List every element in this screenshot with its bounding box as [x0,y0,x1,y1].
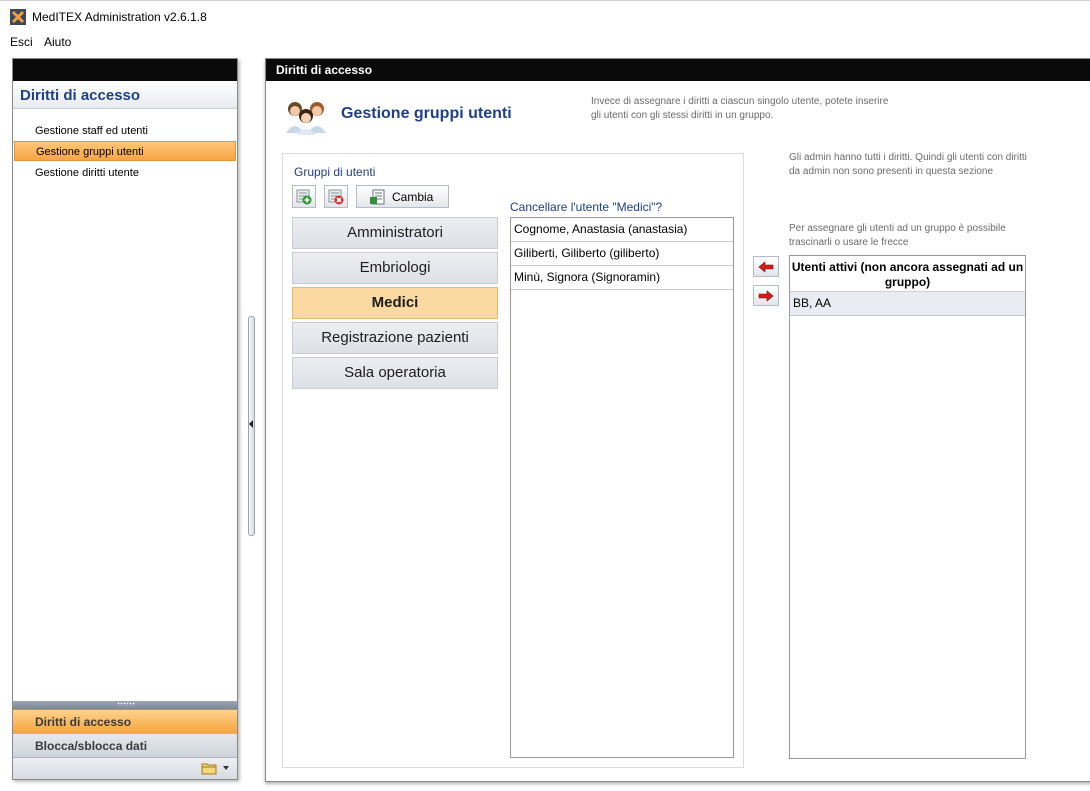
info-text: Invece di assegnare i diritti a ciascun … [591,96,889,121]
sidebar-header: Diritti di accesso [13,81,237,109]
arrow-left-icon [758,261,774,273]
cambia-button[interactable]: Cambia [356,185,449,208]
active-users-header: Utenti attivi (non ancora assegnati ad u… [790,256,1025,292]
page-title: Gestione gruppi utenti [341,105,512,122]
panel-title: Diritti di accesso [266,59,1090,81]
active-users-list: Utenti attivi (non ancora assegnati ad u… [789,255,1026,759]
group-users-list: Cognome, Anastasia (anastasia) Giliberti… [510,217,734,758]
move-left-button[interactable] [753,256,779,277]
window-title: MedITEX Administration v2.6.1.8 [32,10,207,24]
group-sala-operatoria[interactable]: Sala operatoria [292,357,498,389]
nav-pane-blocca-dati[interactable]: Blocca/sblocca dati [13,733,237,757]
move-right-button[interactable] [753,285,779,306]
add-icon [296,189,312,205]
main-panel: Diritti di accesso Gestione gruppi utent… [265,58,1090,782]
title-bar: MedITEX Administration v2.6.1.8 [0,0,1090,32]
arrow-right-icon [758,290,774,302]
group-embriologi[interactable]: Embriologi [292,252,498,284]
sidebar-item-gestione-gruppi[interactable]: Gestione gruppi utenti [14,141,236,161]
group-amministratori[interactable]: Amministratori [292,217,498,249]
edit-document-icon [370,189,385,205]
delete-icon [328,189,344,205]
nav-pane-diritti-accesso[interactable]: Diritti di accesso [13,709,237,733]
grip-dots-icon [117,702,135,706]
cambia-label: Cambia [392,190,434,204]
sidebar-footer [13,757,237,779]
sidebar-item-gestione-staff[interactable]: Gestione staff ed utenti [14,121,236,141]
groups-label: Gruppi di utenti [294,165,376,179]
group-medici[interactable]: Medici [292,287,498,319]
collapse-arrow-icon[interactable] [249,420,253,428]
menu-esci[interactable]: Esci [10,35,33,49]
menu-aiuto[interactable]: Aiuto [44,35,71,49]
pane-resize-grip[interactable] [13,701,237,709]
list-item[interactable]: Giliberti, Giliberto (giliberto) [511,242,733,266]
sidebar-item-gestione-diritti[interactable]: Gestione diritti utente [14,163,236,183]
sidebar: Diritti di accesso Gestione staff ed ute… [12,58,238,780]
add-group-button[interactable] [292,185,316,208]
drag-note: Per assegnare gli utenti ad un gruppo è … [789,223,1006,248]
list-item[interactable]: Cognome, Anastasia (anastasia) [511,218,733,242]
menu-bar: Esci Aiuto [0,32,1090,52]
sidebar-title: Diritti di accesso [20,87,141,104]
delete-group-button[interactable] [324,185,348,208]
users-group-icon [286,102,326,135]
list-item[interactable]: BB, AA [790,292,1025,316]
admin-note: Gli admin hanno tutti i diritti. Quindi … [789,152,1027,177]
delete-confirmation-text: Cancellare l'utente "Medici"? [510,200,663,214]
list-item[interactable]: Minù, Signora (Signoramin) [511,266,733,290]
app-logo-icon [10,9,26,25]
group-registrazione-pazienti[interactable]: Registrazione pazienti [292,322,498,354]
folder-icon[interactable] [201,762,217,775]
chevron-down-icon[interactable] [223,766,229,770]
sidebar-top-strip [13,59,237,81]
